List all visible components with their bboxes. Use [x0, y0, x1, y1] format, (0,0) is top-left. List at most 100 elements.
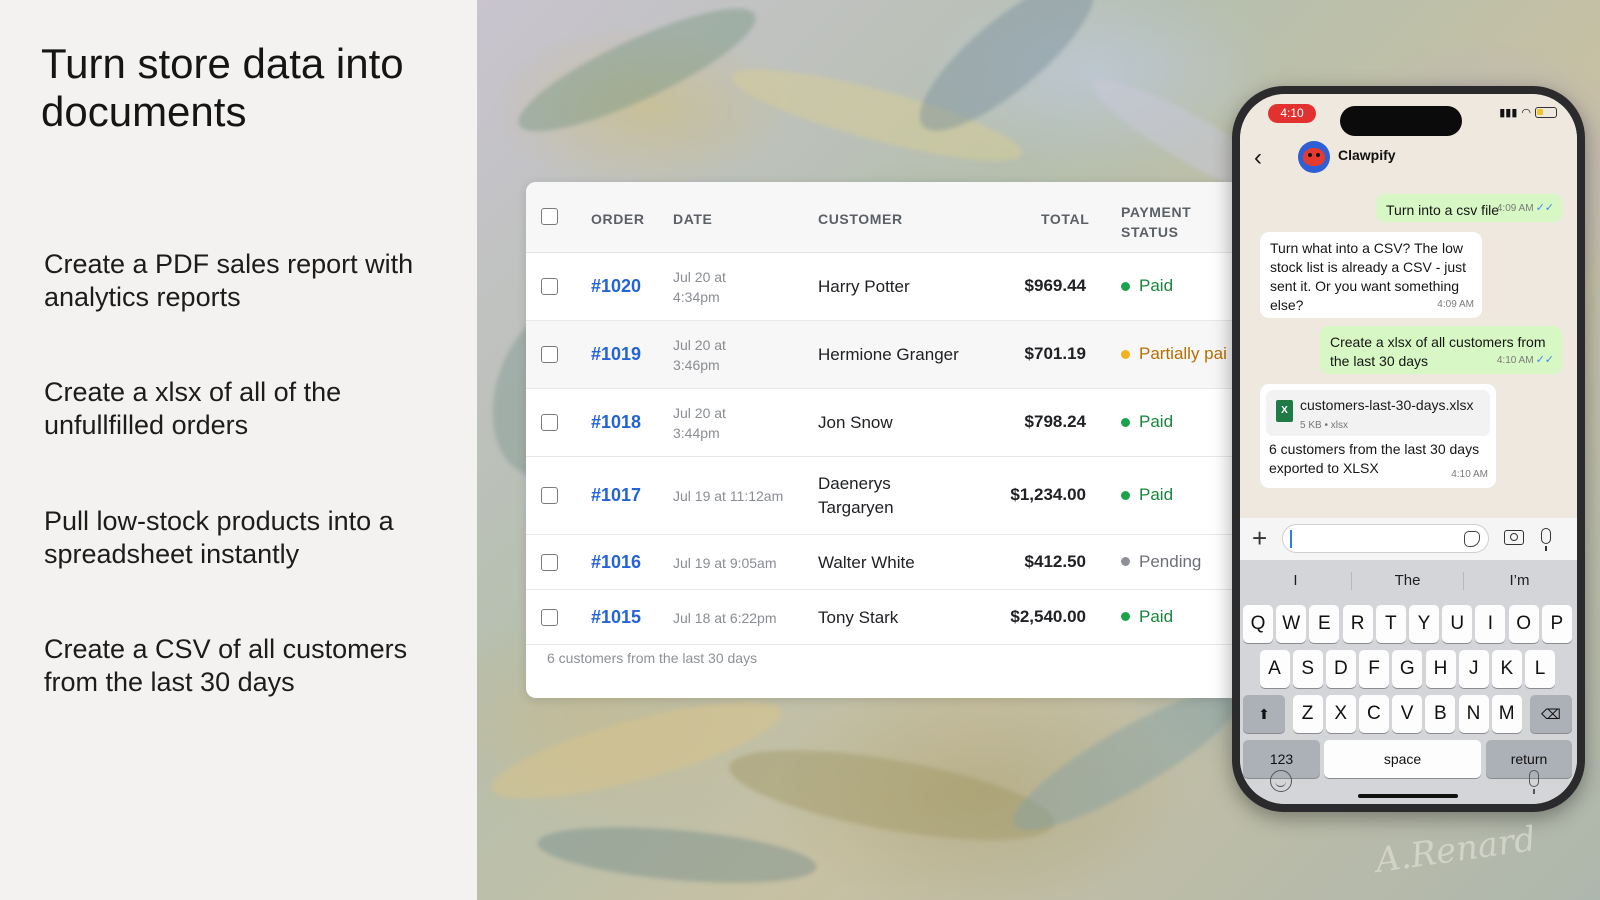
camera-icon[interactable] — [1504, 530, 1524, 545]
order-link[interactable]: #1020 — [591, 276, 641, 297]
row-checkbox[interactable] — [541, 553, 558, 571]
feature-low-stock: Pull low-stock products into a spreadshe… — [44, 506, 394, 569]
key-v[interactable]: V — [1392, 695, 1423, 733]
key-p[interactable]: P — [1541, 605, 1572, 643]
back-icon[interactable]: ‹ — [1254, 144, 1262, 172]
backspace-icon[interactable]: ⌫ — [1530, 695, 1572, 733]
suggestion-1[interactable]: I — [1240, 568, 1351, 594]
key-s[interactable]: S — [1292, 650, 1323, 688]
key-o[interactable]: O — [1508, 605, 1539, 643]
key-n[interactable]: N — [1458, 695, 1489, 733]
row-checkbox[interactable] — [541, 414, 558, 431]
suggestion-2[interactable]: The — [1352, 568, 1463, 594]
text-caret — [1290, 530, 1292, 548]
plus-icon[interactable]: + — [1252, 524, 1267, 552]
suggestion-3[interactable]: I’m — [1464, 568, 1575, 594]
read-receipt-icon: ✓✓ — [1535, 202, 1554, 214]
key-u[interactable]: U — [1442, 605, 1473, 643]
key-c[interactable]: C — [1358, 695, 1389, 733]
order-link[interactable]: #1019 — [591, 344, 641, 365]
key-f[interactable]: F — [1359, 650, 1390, 688]
feature-pdf-report: Create a PDF sales report with analytics… — [44, 249, 414, 312]
row-checkbox[interactable] — [541, 278, 558, 295]
order-link[interactable]: #1015 — [591, 607, 641, 628]
dynamic-island — [1340, 106, 1462, 136]
payment-status-badge: Paid — [1121, 607, 1173, 627]
order-date: Jul 20 at 3:46pm — [673, 337, 726, 373]
column-header-order[interactable]: ORDER — [591, 211, 645, 227]
message-incoming[interactable]: Turn what into a CSV? The low stock list… — [1260, 232, 1482, 318]
keyboard: I The I’m Q W E R T Y U I O P A S D F G H J K L ⬆ Z X C V B N M ⌫ 12… — [1240, 560, 1577, 804]
read-receipt-icon: ✓✓ — [1535, 354, 1554, 366]
column-header-total[interactable]: TOTAL — [1041, 211, 1089, 227]
row-checkbox[interactable] — [541, 346, 558, 363]
order-total: $1,234.00 — [1010, 485, 1086, 504]
wifi-icon: ◠ — [1521, 107, 1531, 119]
key-k[interactable]: K — [1491, 650, 1522, 688]
order-link[interactable]: #1018 — [591, 412, 641, 433]
message-input-bar: + — [1240, 518, 1577, 560]
key-w[interactable]: W — [1276, 605, 1307, 643]
payment-status-badge: Pending — [1121, 552, 1201, 572]
status-icons: ▮▮▮ ◠ — [1499, 106, 1557, 119]
column-header-payment-status[interactable]: PAYMENT STATUS — [1121, 202, 1221, 242]
key-r[interactable]: R — [1342, 605, 1373, 643]
column-header-customer[interactable]: CUSTOMER — [818, 211, 903, 227]
space-key[interactable]: space — [1324, 740, 1481, 778]
table-footer: 6 customers from the last 30 days — [547, 650, 758, 666]
message-time: 4:09 AM — [1437, 299, 1474, 310]
battery-icon — [1535, 107, 1557, 118]
table-row[interactable]: #1017 Jul 19 at 11:12am Daenerys Targaryen… — [526, 457, 1232, 535]
message-outgoing[interactable]: Turn into a csv file 4:09 AM ✓✓ — [1376, 194, 1562, 222]
feature-csv-customers: Create a CSV of all customers from the l… — [44, 634, 408, 697]
column-header-date[interactable]: DATE — [673, 211, 712, 227]
mic-icon[interactable] — [1541, 528, 1551, 551]
key-z[interactable]: Z — [1292, 695, 1323, 733]
emoji-icon[interactable] — [1270, 770, 1292, 792]
payment-status-badge: Partially pai — [1121, 344, 1227, 364]
order-total: $701.19 — [1024, 344, 1086, 363]
headline: Turn store data into documents — [41, 40, 404, 135]
key-x[interactable]: X — [1325, 695, 1356, 733]
table-header: ORDER DATE CUSTOMER TOTAL PAYMENT STATUS — [526, 182, 1232, 253]
table-row[interactable]: #1015 Jul 18 at 6:22pm Tony Stark $2,540.00… — [526, 590, 1232, 645]
row-checkbox[interactable] — [541, 608, 558, 626]
key-a[interactable]: A — [1259, 650, 1290, 688]
file-attachment[interactable]: X customers-last-30-days.xlsx 5 KB • xls… — [1266, 390, 1490, 436]
message-outgoing[interactable]: Create a xlsx of all customers from the … — [1320, 326, 1562, 374]
chat-contact-name[interactable]: Clawpify — [1338, 147, 1396, 163]
select-all-checkbox[interactable] — [541, 208, 558, 225]
row-checkbox[interactable] — [541, 487, 558, 504]
key-q[interactable]: Q — [1243, 605, 1273, 643]
feature-xlsx-orders: Create a xlsx of all of the unfullfilled… — [44, 377, 342, 440]
status-dot-icon — [1121, 349, 1130, 359]
status-dot-icon — [1121, 490, 1130, 500]
order-link[interactable]: #1017 — [591, 485, 641, 506]
key-i[interactable]: I — [1475, 605, 1506, 643]
key-m[interactable]: M — [1491, 695, 1522, 733]
table-row[interactable]: #1016 Jul 19 at 9:05am Walter White $412.50… — [526, 535, 1232, 590]
payment-status-badge: Paid — [1121, 412, 1173, 432]
table-row[interactable]: #1019 Jul 20 at 3:46pm Hermione Granger $70… — [526, 321, 1232, 389]
table-row[interactable]: #1018 Jul 20 at 3:44pm Jon Snow $798.24 Paid — [526, 389, 1232, 457]
status-dot-icon — [1121, 612, 1130, 621]
key-g[interactable]: G — [1392, 650, 1423, 688]
table-row[interactable]: #1020 Jul 20 at 4:34pm Harry Potter $969.44… — [526, 253, 1232, 321]
message-incoming-file[interactable]: X customers-last-30-days.xlsx 5 KB • xls… — [1260, 384, 1496, 488]
key-d[interactable]: D — [1325, 650, 1356, 688]
chat-header: ‹ Clawpify — [1240, 134, 1577, 178]
key-l[interactable]: L — [1525, 650, 1556, 688]
message-input[interactable] — [1282, 524, 1489, 553]
dictation-mic-icon[interactable] — [1529, 770, 1539, 794]
order-date: Jul 18 at 6:22pm — [673, 609, 777, 626]
shift-icon[interactable]: ⬆ — [1243, 695, 1285, 733]
avatar-icon[interactable] — [1298, 141, 1330, 173]
key-h[interactable]: H — [1425, 650, 1456, 688]
order-link[interactable]: #1016 — [591, 552, 641, 573]
key-e[interactable]: E — [1309, 605, 1340, 643]
key-t[interactable]: T — [1375, 605, 1406, 643]
order-total: $798.24 — [1024, 412, 1086, 431]
key-j[interactable]: J — [1458, 650, 1489, 688]
key-b[interactable]: B — [1425, 695, 1456, 733]
key-y[interactable]: Y — [1409, 605, 1439, 643]
